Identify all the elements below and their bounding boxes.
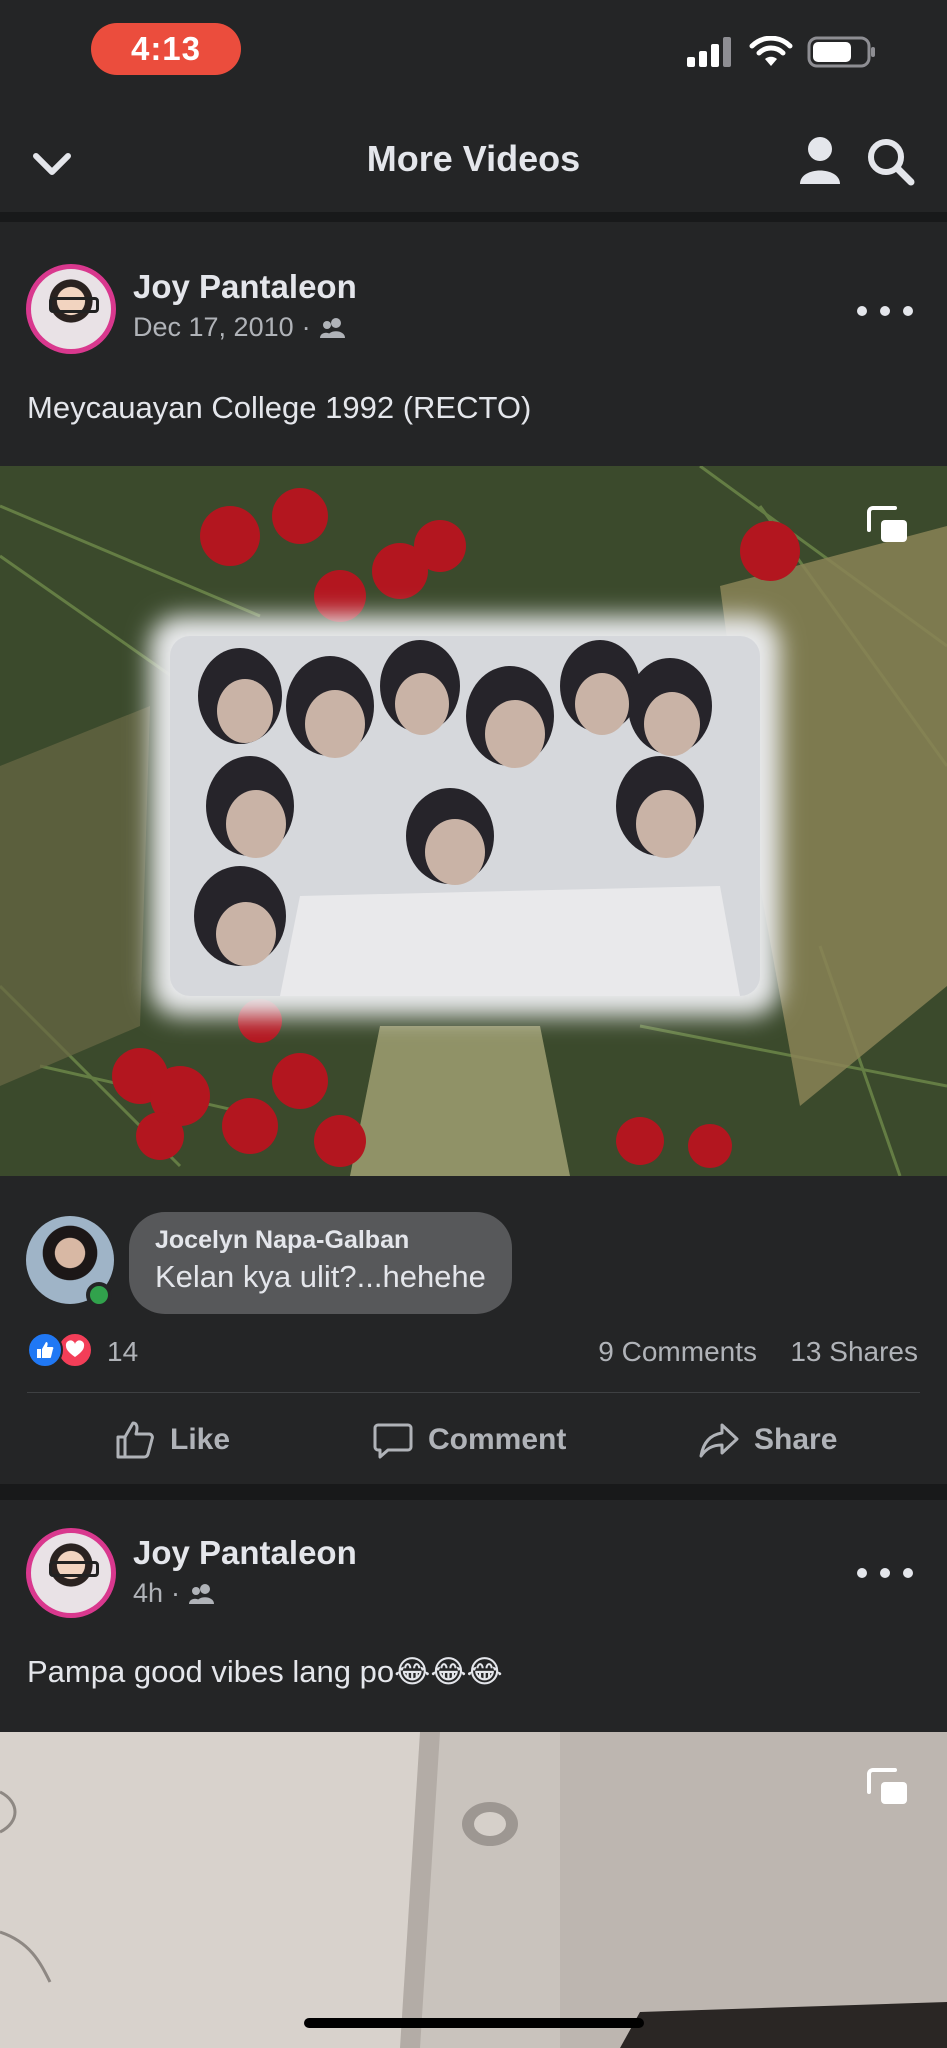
more-dot [903,306,913,316]
like-button[interactable]: Like [114,1400,230,1480]
divider [27,1392,920,1393]
meta-separator: · [171,1578,181,1608]
comments-count[interactable]: 9 Comments [598,1336,757,1368]
post-meta: 4h · [133,1578,216,1609]
reaction-count[interactable]: 14 [107,1336,138,1368]
post-date[interactable]: Dec 17, 2010 [133,312,294,343]
comment-icon [373,1423,413,1459]
status-icons [687,36,877,68]
video-player[interactable] [0,1732,947,2048]
person-icon[interactable] [797,136,843,186]
share-arrow-icon [699,1423,739,1458]
post-date[interactable]: 4h [133,1578,163,1609]
status-bar: 4:13 [0,0,947,100]
friends-icon [319,317,345,338]
online-status-badge [86,1282,112,1308]
friends-icon [189,1583,215,1604]
comment-button[interactable]: Comment [372,1400,566,1480]
shares-count[interactable]: 13 Shares [790,1336,918,1368]
picture-in-picture-icon[interactable] [865,1764,911,1810]
meta-separator: · [301,312,311,342]
post-header: Joy Pantaleon 4h · [0,1500,947,1620]
top-comment[interactable]: Jocelyn Napa-Galban Kelan kya ulit?...he… [0,1212,947,1326]
post-stats: 14 9 Comments 13 Shares [0,1328,947,1372]
like-label: Like [170,1423,231,1456]
comment-label: Comment [428,1423,567,1456]
reaction-icons[interactable] [27,1332,93,1368]
post-author[interactable]: Joy Pantaleon [133,268,357,306]
post-header: Joy Pantaleon Dec 17, 2010 · [0,232,947,354]
battery-icon [807,36,875,68]
like-reaction-icon [27,1332,63,1368]
more-dot [903,1568,913,1578]
wifi-icon [749,36,793,66]
more-dots-icon [857,306,867,316]
home-indicator[interactable] [304,2018,644,2028]
post-card: Joy Pantaleon Dec 17, 2010 · Meycauayan … [0,232,947,1480]
post-text: Pampa good vibes lang po😂😂😂 [27,1654,503,1689]
search-icon[interactable] [865,136,915,186]
video-frame [0,466,947,1176]
post-meta: Dec 17, 2010 · [133,312,347,343]
share-button[interactable]: Share [698,1400,837,1480]
post-separator [0,1484,947,1500]
post-card: Joy Pantaleon 4h · Pampa good vibes lang… [0,1500,947,2048]
avatar[interactable] [26,1528,116,1618]
share-label: Share [754,1423,838,1456]
post-actions: Like Comment Share [0,1400,947,1480]
picture-in-picture-icon[interactable] [865,502,911,548]
thumbs-up-icon [116,1421,154,1459]
video-frame [0,1732,947,2048]
more-options-button[interactable] [857,296,913,326]
more-dots-icon [857,1568,867,1578]
comment-author[interactable]: Jocelyn Napa-Galban [155,1226,486,1255]
cellular-signal-icon [687,37,731,67]
more-options-button[interactable] [857,1558,913,1588]
status-time: 4:13 [91,23,241,75]
nav-bar: More Videos [0,100,947,222]
comment-bubble[interactable]: Jocelyn Napa-Galban Kelan kya ulit?...he… [129,1212,512,1314]
more-dot [880,1568,890,1578]
post-text: Meycauayan College 1992 (RECTO) [27,390,532,425]
post-author[interactable]: Joy Pantaleon [133,1534,357,1572]
comment-text: Kelan kya ulit?...hehehe [155,1259,486,1294]
more-dot [880,306,890,316]
avatar[interactable] [26,264,116,354]
video-player[interactable] [0,466,947,1176]
